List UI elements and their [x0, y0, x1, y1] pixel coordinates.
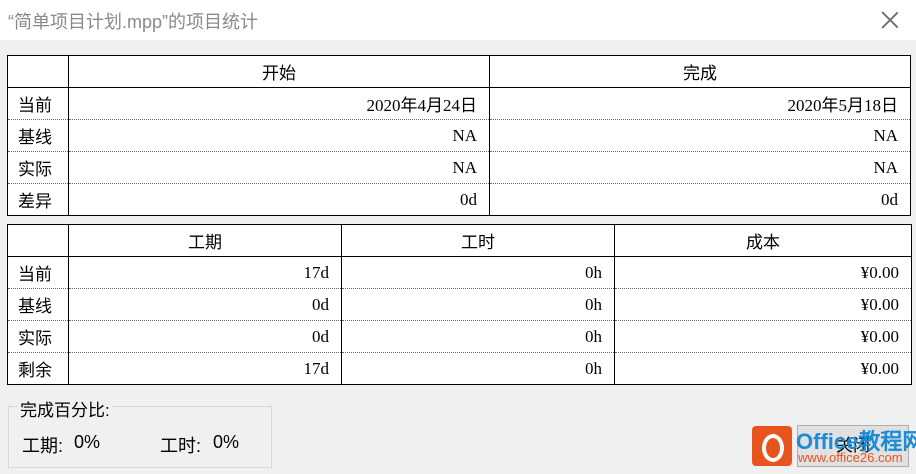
- work-percent-value: 0%: [213, 432, 240, 452]
- row-label: 差异: [7, 183, 69, 216]
- window-title: “简单项目计划.mpp”的项目统计: [8, 12, 259, 32]
- table-row: 实际 NA NA: [7, 151, 911, 184]
- duration-percent-value: 0%: [74, 432, 101, 452]
- work-value: 0h: [341, 352, 615, 385]
- finish-value: NA: [489, 119, 911, 152]
- start-value: 0d: [68, 183, 490, 216]
- close-icon[interactable]: [878, 8, 902, 32]
- table-row: 基线 NA NA: [7, 119, 911, 152]
- column-header-start: 开始: [68, 55, 490, 88]
- start-value: NA: [68, 119, 490, 152]
- title-bar: “简单项目计划.mpp”的项目统计: [0, 0, 916, 40]
- table-corner: [7, 55, 69, 88]
- cost-value: ¥0.00: [614, 352, 912, 385]
- work-value: 0h: [341, 256, 615, 289]
- dates-table: 开始 完成 当前 2020年4月24日 2020年5月18日 基线 NA NA …: [7, 55, 911, 216]
- work-percent-label: 工时:: [160, 436, 202, 456]
- cost-value: ¥0.00: [614, 288, 912, 321]
- table-row: 当前 17d 0h ¥0.00: [7, 256, 912, 289]
- duration-percent-label: 工期:: [22, 436, 64, 456]
- table-row: 实际 0d 0h ¥0.00: [7, 320, 912, 353]
- watermark: Office教程网 www.office26.com: [752, 424, 916, 470]
- work-value: 0h: [341, 288, 615, 321]
- table-row: 差异 0d 0d: [7, 183, 911, 216]
- table-row: 基线 0d 0h ¥0.00: [7, 288, 912, 321]
- column-header-duration: 工期: [68, 224, 342, 257]
- column-header-finish: 完成: [489, 55, 911, 88]
- row-label: 基线: [7, 288, 69, 321]
- row-label: 实际: [7, 320, 69, 353]
- finish-value: 2020年5月18日: [489, 87, 911, 120]
- column-header-work: 工时: [341, 224, 615, 257]
- table-corner: [7, 224, 69, 257]
- table-row: 剩余 17d 0h ¥0.00: [7, 352, 912, 385]
- start-value: 2020年4月24日: [68, 87, 490, 120]
- row-label: 当前: [7, 87, 69, 120]
- row-label: 当前: [7, 256, 69, 289]
- percent-complete-label: 完成百分比:: [18, 396, 112, 421]
- finish-value: NA: [489, 151, 911, 184]
- duration-value: 0d: [68, 320, 342, 353]
- start-value: NA: [68, 151, 490, 184]
- watermark-url: www.office26.com: [798, 450, 903, 465]
- office-logo-icon: [752, 426, 792, 466]
- work-value: 0h: [341, 320, 615, 353]
- work-table: 工期 工时 成本 当前 17d 0h ¥0.00 基线 0d 0h ¥0.00 …: [7, 224, 912, 385]
- duration-value: 17d: [68, 256, 342, 289]
- finish-value: 0d: [489, 183, 911, 216]
- cost-value: ¥0.00: [614, 320, 912, 353]
- duration-value: 0d: [68, 288, 342, 321]
- table-row: 当前 2020年4月24日 2020年5月18日: [7, 87, 911, 120]
- duration-value: 17d: [68, 352, 342, 385]
- row-label: 实际: [7, 151, 69, 184]
- cost-value: ¥0.00: [614, 256, 912, 289]
- row-label: 剩余: [7, 352, 69, 385]
- row-label: 基线: [7, 119, 69, 152]
- column-header-cost: 成本: [614, 224, 912, 257]
